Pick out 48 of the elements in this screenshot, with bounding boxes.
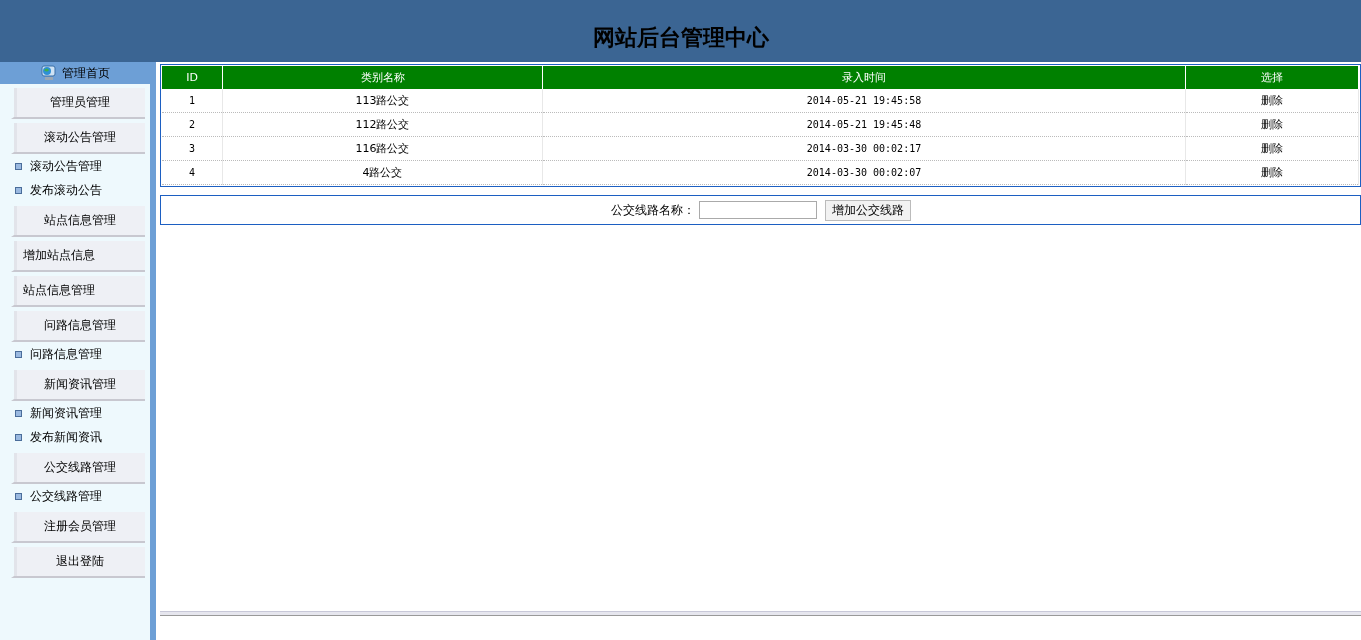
column-header: ID [162,66,223,89]
delete-link[interactable]: 删除 [1261,118,1283,131]
menu-item[interactable]: 增加站点信息 [11,241,145,272]
table-cell: 2 [162,112,223,137]
route-name-field[interactable] [698,201,817,219]
menu-link[interactable]: 滚动公告管理 [30,157,102,175]
table-cell: 2014-05-21 19:45:48 [542,112,1186,137]
bullet-icon [15,186,22,194]
bullet-icon [15,162,22,170]
table-cell: 116路公交 [222,136,543,161]
bullet-icon [15,409,22,417]
table-cell: 113路公交 [222,89,543,113]
menu-item[interactable]: 站点信息管理 [11,276,145,307]
menu-section[interactable]: 公交线路管理 [11,453,145,484]
menu-section[interactable]: 管理员管理 [11,88,145,119]
field-label: 公交线路名称： [610,201,695,219]
table-cell: 2014-03-30 00:02:17 [542,136,1186,161]
bullet-icon [15,433,22,441]
delete-link[interactable]: 删除 [1261,166,1283,179]
table-cell: 3 [162,136,223,161]
menu-section[interactable]: 问路信息管理 [11,311,145,342]
menu-section[interactable]: 滚动公告管理 [11,123,145,154]
menu-link[interactable]: 问路信息管理 [30,345,102,363]
table-cell: 4 [162,160,223,185]
add-route-button[interactable]: 增加公交线路 [824,199,911,221]
menu-section[interactable]: 退出登陆 [11,547,145,578]
bullet-icon [15,492,22,500]
menu-section[interactable]: 站点信息管理 [11,206,145,237]
menu-link[interactable]: 发布滚动公告 [30,181,102,199]
menu-link[interactable]: 新闻资讯管理 [30,404,102,422]
menu-section[interactable]: 新闻资讯管理 [11,370,145,401]
column-header: 选择 [1185,66,1359,89]
menu-section[interactable]: 注册会员管理 [11,512,145,543]
menu-link[interactable]: 公交线路管理 [30,487,102,505]
table-cell: 4路公交 [222,160,543,185]
column-header: 类别名称 [222,66,543,89]
table-cell: 2014-05-21 19:45:58 [542,89,1186,113]
home-link[interactable]: 管理首页 [62,64,110,82]
delete-link[interactable]: 删除 [1261,142,1283,155]
table-cell: 112路公交 [222,112,543,137]
table-cell: 1 [162,89,223,113]
computer-icon [40,65,58,81]
column-header: 录入时间 [542,66,1186,89]
bullet-icon [15,350,22,358]
delete-link[interactable]: 删除 [1261,94,1283,107]
page-title: 网站后台管理中心 [592,23,769,52]
table-cell: 2014-03-30 00:02:07 [542,160,1186,185]
menu-link[interactable]: 发布新闻资讯 [30,428,102,446]
